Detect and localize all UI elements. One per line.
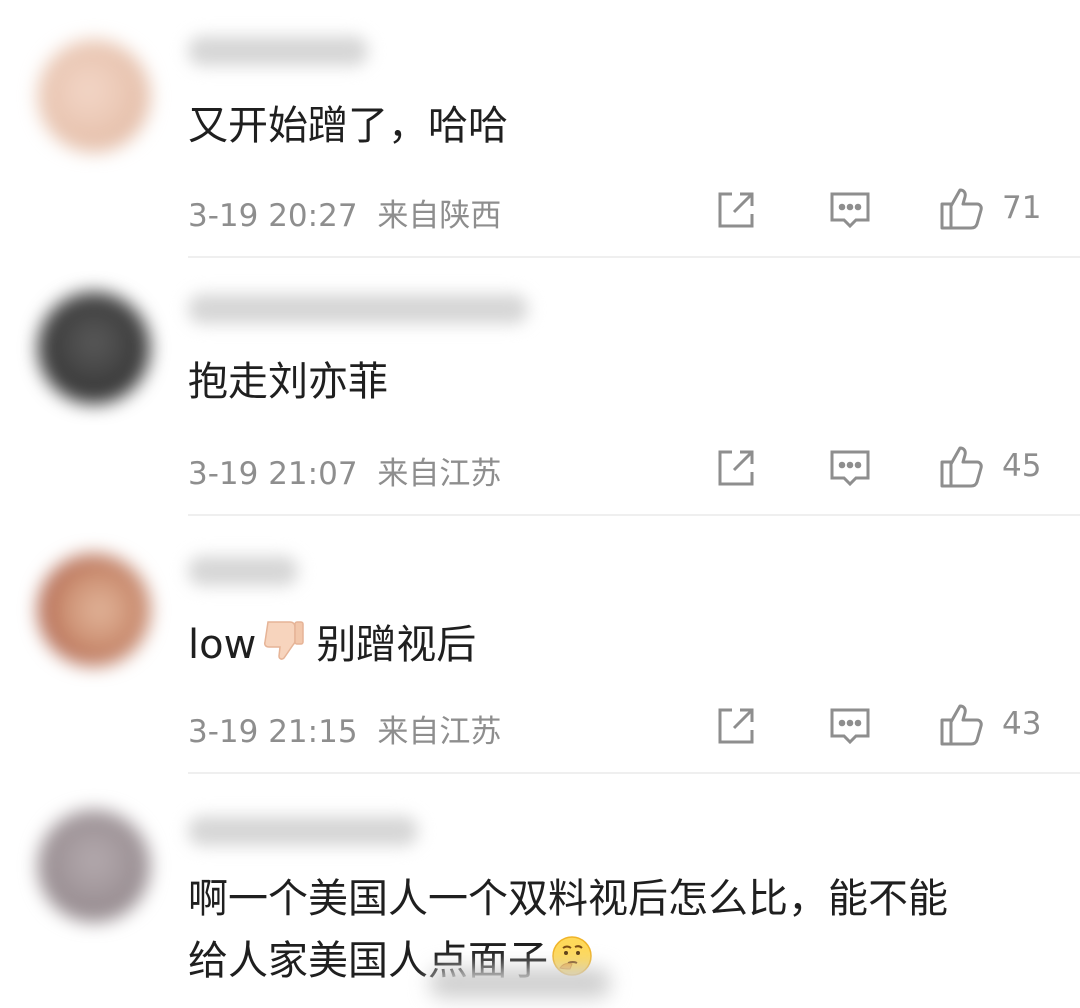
comment-icon[interactable]: [826, 186, 874, 234]
avatar[interactable]: [38, 40, 150, 152]
comment-meta: 3-19 20:27 来自陕西: [188, 190, 501, 235]
comment-text: 又开始蹭了，哈哈: [188, 103, 508, 149]
thumb-up-icon[interactable]: [938, 442, 986, 490]
comment-icon[interactable]: [826, 702, 874, 750]
thumbs-down-emoji-icon: [258, 616, 306, 664]
comment-text: low 别蹭视后: [188, 616, 476, 671]
like-count: 71: [1002, 190, 1042, 226]
avatar[interactable]: [38, 810, 150, 922]
comment-icon[interactable]: [826, 444, 874, 492]
share-icon[interactable]: [712, 702, 760, 750]
thumb-up-icon[interactable]: [938, 700, 986, 748]
comment-location: 来自江苏: [377, 456, 502, 492]
comment-location: 来自江苏: [377, 714, 502, 750]
comment-meta: 3-19 21:15 来自江苏: [188, 706, 501, 751]
comment-time: 3-19 21:07: [188, 456, 358, 492]
comment-text-line: 啊一个美国人一个双料视后怎么比，能不能: [188, 876, 948, 922]
avatar[interactable]: [38, 554, 150, 666]
comment-text-end: 别蹭视后: [316, 622, 477, 668]
comment-item: 抱走刘亦菲 3-19 21:07 来自江苏 45: [0, 258, 1080, 516]
username[interactable]: [188, 816, 418, 846]
comment-item: 又开始蹭了，哈哈 3-19 20:27 来自陕西 71: [0, 0, 1080, 258]
username[interactable]: [188, 36, 368, 66]
comment-text-start: low: [188, 622, 257, 668]
comment-time: 3-19 20:27: [188, 198, 358, 234]
like-count: 45: [1002, 448, 1042, 484]
thumb-up-icon[interactable]: [938, 184, 986, 232]
comment-location: 来自陕西: [377, 198, 502, 234]
username[interactable]: [188, 556, 298, 586]
watermark-blur: [430, 968, 610, 998]
avatar[interactable]: [38, 292, 150, 404]
username[interactable]: [188, 294, 528, 324]
comment-item: low 别蹭视后 3-19 21:15 来自江苏 43: [0, 516, 1080, 774]
like-count: 43: [1002, 706, 1042, 742]
comment-text: 抱走刘亦菲: [188, 359, 388, 405]
share-icon[interactable]: [712, 186, 760, 234]
share-icon[interactable]: [712, 444, 760, 492]
comment-time: 3-19 21:15: [188, 714, 358, 750]
comment-meta: 3-19 21:07 来自江苏: [188, 448, 501, 493]
